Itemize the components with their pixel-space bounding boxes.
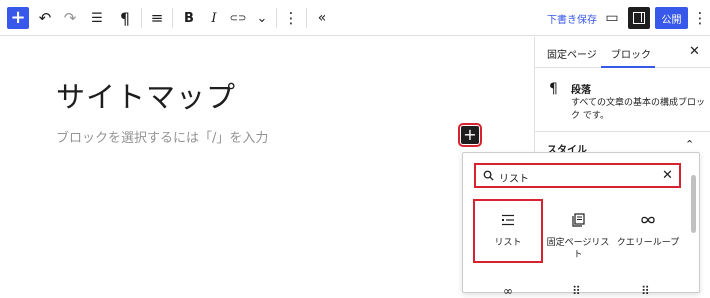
redo-icon[interactable]: ↷	[61, 6, 79, 30]
paragraph-icon[interactable]: ¶	[116, 6, 134, 30]
close-icon[interactable]: ✕	[689, 44, 700, 59]
scrollbar[interactable]	[691, 175, 696, 233]
sidebar-tabs: 固定ページ ブロック ✕	[535, 37, 710, 68]
search-icon	[483, 170, 494, 181]
preview-icon[interactable]: ▭	[603, 6, 621, 30]
block-search-input[interactable]: リスト ✕	[474, 163, 681, 188]
link-icon[interactable]: ⊂⊃	[227, 6, 249, 30]
chevron-up-icon[interactable]: ⌃	[685, 138, 694, 151]
block-result-label: 固定ページリスト	[546, 238, 610, 260]
publish-button[interactable]: 公開	[655, 7, 688, 29]
tab-block[interactable]: ブロック	[611, 46, 651, 61]
toolbar-divider	[172, 8, 173, 28]
tab-page[interactable]: 固定ページ	[547, 46, 597, 61]
block-result-label: クエリーループ	[616, 238, 680, 248]
block-result-page-list[interactable]: 固定ページリスト	[545, 201, 611, 261]
undo-icon[interactable]: ↶	[36, 6, 54, 30]
list-view-icon[interactable]: ☰	[88, 6, 106, 30]
loop-icon[interactable]: ∞	[503, 284, 513, 298]
block-inserter-popover: リスト ✕ リスト 固定ページリスト クエリーループ ∞ ⠿ ⠿	[462, 152, 700, 298]
italic-button[interactable]: I	[205, 6, 223, 30]
block-result-label: リスト	[494, 238, 522, 248]
sidebar-divider	[535, 131, 710, 132]
block-inserter-toggle[interactable]: +	[458, 123, 482, 147]
page-title[interactable]: サイトマップ	[56, 74, 236, 116]
more-menu-icon[interactable]: ⋮	[693, 6, 708, 30]
loop-icon	[641, 213, 655, 227]
active-tab-indicator	[601, 66, 655, 68]
chevron-down-icon[interactable]: ⌄	[254, 6, 270, 30]
block-card-description: すべての文章の基本の構成ブロック です。	[571, 98, 706, 121]
editor-toolbar: + ↶ ↷ ☰ ¶ ≡ B I ⊂⊃ ⌄ ⋮ « 下書き保存 ▭ 公開 ⋮	[0, 0, 710, 36]
settings-toggle-button[interactable]	[628, 7, 650, 29]
toolbar-divider	[276, 8, 277, 28]
bold-button[interactable]: B	[180, 6, 198, 30]
collapse-icon[interactable]: «	[313, 6, 331, 30]
page-list-icon	[571, 213, 585, 227]
list-icon	[501, 213, 515, 227]
sidebar-icon	[633, 12, 645, 24]
block-card-title: 段落	[571, 85, 591, 96]
block-options-icon[interactable]: ⋮	[283, 6, 299, 30]
clear-search-icon[interactable]: ✕	[662, 168, 673, 183]
grid-icon[interactable]: ⠿	[572, 284, 581, 298]
block-result-query-loop[interactable]: クエリーループ	[615, 201, 681, 261]
add-block-button[interactable]: +	[7, 7, 29, 29]
grid-icon[interactable]: ⠿	[641, 284, 650, 298]
paragraph-icon: ¶	[549, 81, 558, 97]
search-value: リスト	[499, 174, 529, 185]
save-draft-link[interactable]: 下書き保存	[547, 11, 597, 26]
toolbar-divider	[306, 8, 307, 28]
block-result-list[interactable]: リスト	[473, 199, 543, 263]
toolbar-divider	[141, 8, 142, 28]
block-placeholder[interactable]: ブロックを選択するには「/」を入力	[56, 127, 268, 146]
align-icon[interactable]: ≡	[148, 6, 166, 30]
